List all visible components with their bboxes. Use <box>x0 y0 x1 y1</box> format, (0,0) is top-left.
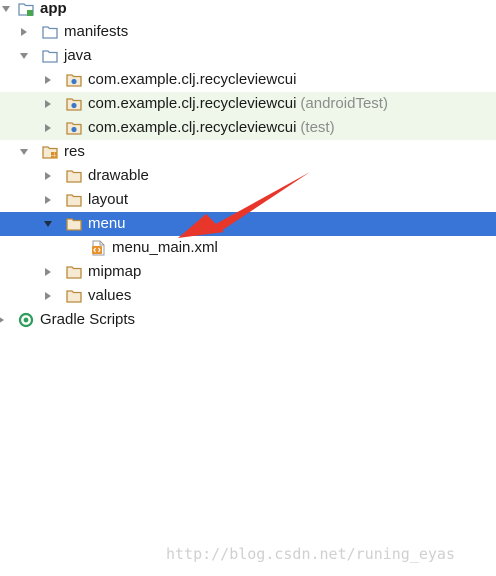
chevron-right-icon[interactable] <box>42 98 54 110</box>
tree-item-label: drawable <box>88 167 149 184</box>
package-icon <box>66 120 82 136</box>
folder-icon <box>42 24 58 40</box>
tree-item-label: menu_main.xml <box>112 239 218 256</box>
folder-icon <box>66 216 82 232</box>
watermark: http://blog.csdn.net/runing_eyas <box>166 545 455 563</box>
tree-item-menu[interactable]: menu <box>0 212 496 236</box>
chevron-right-icon[interactable] <box>42 266 54 278</box>
chevron-right-icon[interactable] <box>0 314 7 326</box>
tree-item-label: res <box>64 143 85 160</box>
chevron-down-icon[interactable] <box>18 146 30 158</box>
folder-icon <box>66 264 82 280</box>
folder-icon <box>66 192 82 208</box>
tree-item-label-group: com.example.clj.recycleviewcui (androidTe… <box>88 95 388 113</box>
chevron-right-icon[interactable] <box>42 74 54 86</box>
tree-item-label: com.example.clj.recycleviewcui <box>88 119 297 136</box>
tree-item-package-android-test[interactable]: com.example.clj.recycleviewcui (androidTe… <box>0 92 496 116</box>
folder-icon <box>42 48 58 64</box>
resource-folder-icon <box>42 144 58 160</box>
tree-item-values[interactable]: values <box>0 284 496 308</box>
tree-item-label: layout <box>88 191 129 208</box>
tree-item-layout[interactable]: layout <box>0 188 496 212</box>
chevron-right-icon[interactable] <box>42 122 54 134</box>
tree-item-label: values <box>88 287 132 304</box>
source-set-suffix: (androidTest) <box>300 95 388 112</box>
tree-item-label: app <box>40 0 67 17</box>
chevron-down-icon[interactable] <box>18 50 30 62</box>
tree-item-menu-main-xml[interactable]: menu_main.xml <box>0 236 496 260</box>
chevron-down-icon[interactable] <box>42 218 54 230</box>
tree-item-label: com.example.clj.recycleviewcui <box>88 71 297 88</box>
source-set-suffix: (test) <box>300 119 335 136</box>
tree-item-label: manifests <box>64 23 129 40</box>
app-module-icon <box>18 1 34 17</box>
tree-item-manifests[interactable]: manifests <box>0 20 496 44</box>
tree-item-label: menu <box>88 215 126 232</box>
tree-item-java[interactable]: java <box>0 44 496 68</box>
tree-item-mipmap[interactable]: mipmap <box>0 260 496 284</box>
tree-item-label: mipmap <box>88 263 142 280</box>
tree-item-drawable[interactable]: drawable <box>0 164 496 188</box>
package-icon <box>66 96 82 112</box>
chevron-right-icon[interactable] <box>42 170 54 182</box>
chevron-right-icon[interactable] <box>18 26 30 38</box>
gradle-icon <box>18 312 34 328</box>
tree-item-label: com.example.clj.recycleviewcui <box>88 95 297 112</box>
tree-item-res[interactable]: res <box>0 140 496 164</box>
folder-icon <box>66 288 82 304</box>
tree-item-gradle-scripts[interactable]: Gradle Scripts <box>0 308 496 332</box>
tree-item-package[interactable]: com.example.clj.recycleviewcui <box>0 68 496 92</box>
chevron-down-icon[interactable] <box>0 3 12 15</box>
tree-item-app[interactable]: app <box>0 0 496 21</box>
tree-item-label-group: com.example.clj.recycleviewcui (test) <box>88 119 335 137</box>
folder-icon <box>66 168 82 184</box>
xml-file-icon <box>90 240 106 256</box>
tree-item-label: java <box>64 47 92 64</box>
tree-item-label: Gradle Scripts <box>40 311 136 328</box>
chevron-right-icon[interactable] <box>42 194 54 206</box>
package-icon <box>66 72 82 88</box>
tree-item-package-test[interactable]: com.example.clj.recycleviewcui (test) <box>0 116 496 140</box>
chevron-right-icon[interactable] <box>42 290 54 302</box>
